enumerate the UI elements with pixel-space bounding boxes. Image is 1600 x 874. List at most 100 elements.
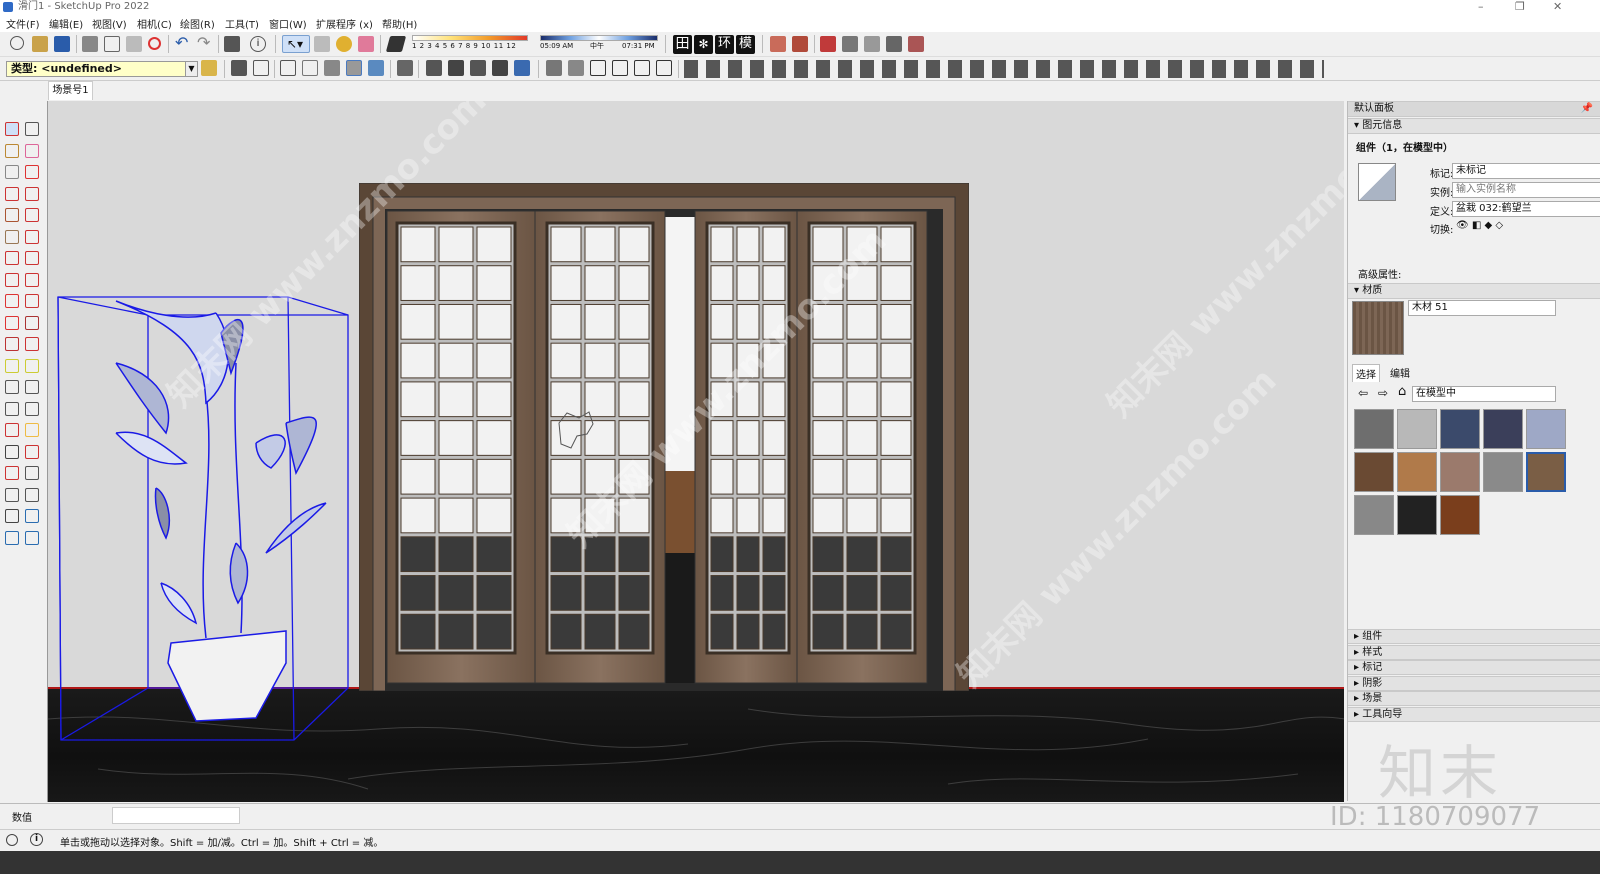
orbit-tool-icon[interactable]: [25, 122, 39, 136]
material-swatch[interactable]: [1397, 495, 1437, 535]
select-icon[interactable]: ↖▾: [282, 35, 310, 53]
new-icon[interactable]: [10, 36, 24, 50]
material-swatch[interactable]: [1526, 409, 1566, 449]
tray-4[interactable]: ▸ 场景: [1348, 691, 1600, 706]
arc2-tool-icon[interactable]: [25, 251, 39, 265]
rect-tool-icon[interactable]: [5, 208, 19, 222]
circle-tool-icon[interactable]: [5, 229, 19, 244]
sandbox1-tool-icon[interactable]: [25, 509, 39, 523]
arc3-tool-icon[interactable]: [5, 272, 19, 287]
undo-icon[interactable]: ↶: [175, 35, 191, 52]
freehand-tool-icon[interactable]: [25, 186, 39, 201]
left-view-icon[interactable]: [514, 60, 530, 76]
material-swatch[interactable]: [1354, 495, 1394, 535]
tray-2[interactable]: ▸ 标记: [1348, 660, 1600, 675]
library-select[interactable]: 在模型中: [1412, 386, 1556, 402]
sandbox3-tool-icon[interactable]: [25, 530, 39, 545]
menu-extensions[interactable]: 扩展程序 (x): [316, 16, 373, 31]
open-icon[interactable]: [32, 36, 48, 52]
textured-icon[interactable]: [368, 60, 384, 76]
print-icon[interactable]: [224, 36, 240, 52]
pie-tool-icon[interactable]: [25, 272, 39, 287]
model-viewport[interactable]: 知末网 www.znzmo.com 知末网 www.znzmo.com 知末网 …: [47, 101, 1344, 802]
pencil-tool-icon[interactable]: [25, 165, 39, 179]
eraser-icon[interactable]: [358, 36, 374, 52]
home-icon[interactable]: ⌂: [1398, 384, 1406, 399]
menu-camera[interactable]: 相机(C): [137, 16, 172, 31]
plugin-g-icon[interactable]: [908, 36, 924, 52]
model-info-icon[interactable]: i: [250, 36, 266, 52]
protractor-tool-icon[interactable]: [25, 358, 39, 373]
followme-tool-icon[interactable]: [25, 315, 39, 330]
rotate-tool-icon[interactable]: [5, 315, 19, 330]
zoom-tool-icon[interactable]: [5, 444, 19, 459]
orbit2-tool-icon[interactable]: [5, 423, 19, 437]
tape-measure-tool-icon[interactable]: [5, 358, 19, 373]
eraser-tool-icon[interactable]: [25, 143, 39, 158]
back-arrow-icon[interactable]: ⇦: [1358, 386, 1368, 400]
entity-info-header[interactable]: ▾ 图元信息: [1348, 118, 1600, 134]
paint-bucket-icon[interactable]: [336, 36, 352, 52]
pushpull-tool-icon[interactable]: [25, 294, 39, 308]
type-tool-icon[interactable]: [201, 60, 217, 76]
geo-location-icon[interactable]: [6, 834, 18, 846]
chevron-down-icon[interactable]: ▼: [185, 62, 197, 76]
menu-file[interactable]: 文件(F): [6, 16, 40, 31]
paste-icon[interactable]: [126, 36, 142, 52]
materials-header[interactable]: ▾ 材质: [1348, 283, 1600, 299]
tray-0[interactable]: ▸ 组件: [1348, 629, 1600, 644]
shadow-toggle-icon[interactable]: [385, 36, 407, 52]
menu-draw[interactable]: 绘图(R): [180, 16, 215, 31]
house-icon[interactable]: [590, 60, 606, 76]
plugin-a-icon[interactable]: [770, 36, 786, 52]
view-top-icon[interactable]: [253, 60, 269, 76]
tab-edit[interactable]: 编辑: [1390, 365, 1410, 380]
material-swatch[interactable]: [1440, 409, 1480, 449]
plugin-f-icon[interactable]: [886, 36, 902, 52]
material-swatch[interactable]: [1397, 452, 1437, 492]
house-tool-d-icon[interactable]: [634, 60, 650, 76]
component-icon[interactable]: [314, 36, 330, 52]
menu-tools[interactable]: 工具(T): [225, 16, 259, 31]
material-name-input[interactable]: 木材 51: [1408, 300, 1556, 316]
tray-5[interactable]: ▸ 工具向导: [1348, 706, 1600, 722]
arc-tool-icon[interactable]: [5, 251, 19, 265]
material-swatch[interactable]: [1483, 452, 1523, 492]
definition-input[interactable]: 盆栽 032:鹤望兰: [1452, 201, 1600, 217]
snow-icon[interactable]: ✻: [694, 35, 713, 54]
house-tool-e-icon[interactable]: [656, 60, 672, 76]
shadow-hour-slider[interactable]: 1 2 3 4 5 6 7 8 9 10 11 12: [412, 35, 528, 55]
back-view-icon[interactable]: [492, 60, 508, 76]
potted-plant[interactable]: [56, 293, 356, 743]
house-tool-b-icon[interactable]: [568, 60, 584, 76]
minimize-icon[interactable]: –: [1478, 0, 1484, 13]
shadow-time-slider[interactable]: 05:09 AM 中午 07:31 PM: [540, 35, 658, 55]
toggle-icons[interactable]: 👁 ◧ ◆ ◇: [1456, 220, 1503, 231]
plugin-b-icon[interactable]: [792, 36, 808, 52]
forward-arrow-icon[interactable]: ⇨: [1378, 386, 1388, 400]
offset-tool-icon[interactable]: [25, 337, 39, 351]
xray-icon[interactable]: [280, 60, 296, 76]
scale-tool-icon[interactable]: [5, 337, 19, 351]
extension-tools-strip[interactable]: [684, 60, 1324, 78]
menu-window[interactable]: 窗口(W): [269, 16, 307, 31]
rotated-rect-tool-icon[interactable]: [25, 208, 39, 222]
shaded-icon[interactable]: [346, 60, 362, 76]
text-tool-icon[interactable]: [25, 380, 39, 394]
right-view-icon[interactable]: [470, 60, 486, 76]
iso-view-icon[interactable]: [426, 60, 442, 76]
restore-icon[interactable]: ❐: [1515, 0, 1525, 13]
copy-icon[interactable]: [104, 36, 120, 52]
material-swatch[interactable]: [1526, 452, 1566, 492]
section-icon[interactable]: [397, 60, 413, 76]
redo-icon[interactable]: ↷: [197, 35, 213, 52]
line-tool-icon[interactable]: [5, 186, 19, 201]
material-swatch[interactable]: [1354, 452, 1394, 492]
measurements-input[interactable]: [112, 807, 240, 824]
pan-tool-icon[interactable]: [25, 423, 39, 437]
env-button[interactable]: 环: [715, 35, 734, 54]
zoom-extents-tool-icon[interactable]: [5, 466, 19, 480]
polygon-tool-icon[interactable]: [25, 229, 39, 244]
wireframe-icon[interactable]: [302, 60, 318, 76]
hidden-line-icon[interactable]: [324, 60, 340, 76]
